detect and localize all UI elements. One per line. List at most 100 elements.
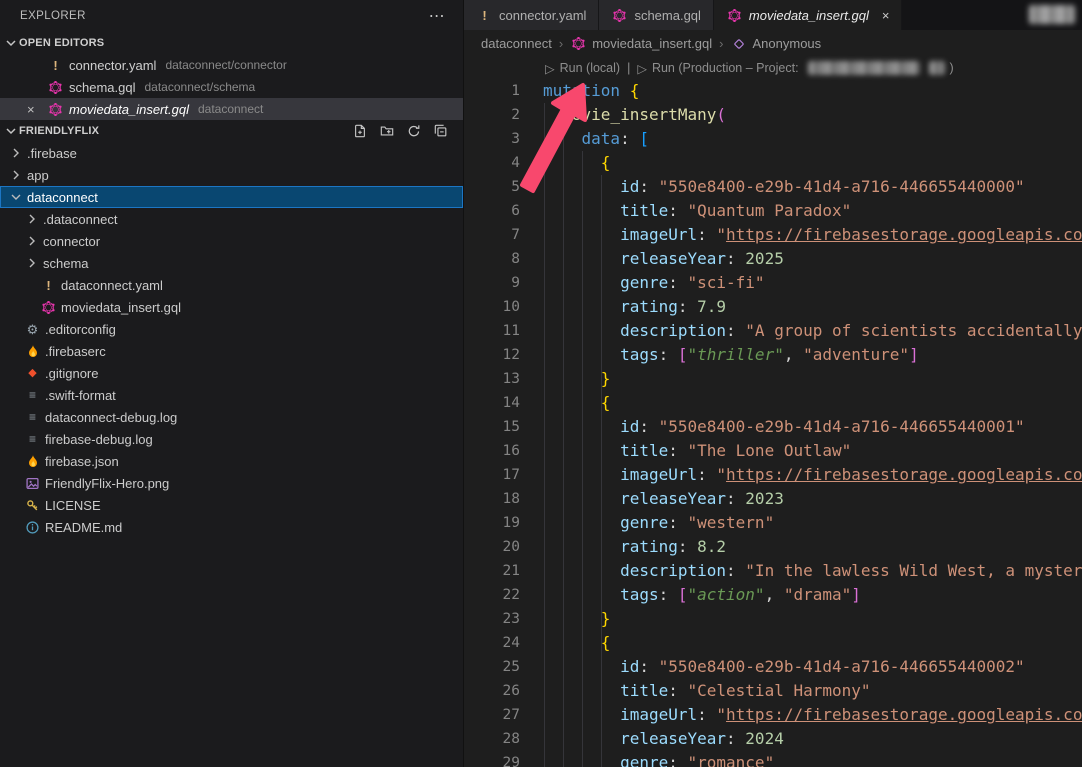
code-line-4[interactable]: 4 { [464,151,1082,175]
tab-connector.yaml[interactable]: !connector.yaml [464,0,599,30]
line-number: 25 [464,655,520,679]
tree-file-FriendlyFlix-Hero.png[interactable]: FriendlyFlix-Hero.png [0,472,463,494]
line-number: 26 [464,679,520,703]
tree-file-README.md[interactable]: README.md [0,516,463,538]
key-icon [24,499,41,512]
run-production-button[interactable]: ▷ Run (Production – Project: ) [637,61,953,76]
line-number: 15 [464,415,520,439]
chevron-down-icon [8,189,24,205]
tree-file-.swift-format[interactable]: ≡.swift-format [0,384,463,406]
tree-file-.editorconfig[interactable]: ⚙.editorconfig [0,318,463,340]
code-line-12[interactable]: 12 tags: ["thriller", "adventure"] [464,343,1082,367]
diamond-icon: ◆ [24,368,41,379]
code-editor[interactable]: 1mutation {2 movie_insertMany(3 data: [4… [464,79,1082,767]
tab-moviedata_insert.gql[interactable]: moviedata_insert.gql× [714,0,903,30]
code-line-19[interactable]: 19 genre: "western" [464,511,1082,535]
tree-file-.gitignore[interactable]: ◆.gitignore [0,362,463,384]
tree-file-moviedata_insert.gql[interactable]: moviedata_insert.gql [0,296,463,318]
tab-schema.gql[interactable]: schema.gql [599,0,713,30]
tab-label: connector.yaml [499,8,586,23]
code-line-5[interactable]: 5 id: "550e8400-e29b-41d4-a716-446655440… [464,175,1082,199]
close-icon[interactable]: × [27,98,35,120]
tree-file-firebase-debug.log[interactable]: ≡firebase-debug.log [0,428,463,450]
graphql-icon [570,37,587,50]
refresh-icon[interactable] [406,123,422,139]
code-text: } [520,607,610,631]
code-line-27[interactable]: 27 imageUrl: "https://firebasestorage.go… [464,703,1082,727]
breadcrumb-moviedata_insert.gql[interactable]: moviedata_insert.gql [570,36,712,51]
code-text: { [520,391,610,415]
code-line-6[interactable]: 6 title: "Quantum Paradox" [464,199,1082,223]
breadcrumb-separator: › [559,36,563,51]
code-line-9[interactable]: 9 genre: "sci-fi" [464,271,1082,295]
code-line-25[interactable]: 25 id: "550e8400-e29b-41d4-a716-44665544… [464,655,1082,679]
open-editor-moviedata_insert.gql[interactable]: ×moviedata_insert.gqldataconnect [0,98,463,120]
code-line-28[interactable]: 28 releaseYear: 2024 [464,727,1082,751]
code-line-21[interactable]: 21 description: "In the lawless Wild Wes… [464,559,1082,583]
tree-file-.firebaserc[interactable]: .firebaserc [0,340,463,362]
code-line-24[interactable]: 24 { [464,631,1082,655]
code-line-14[interactable]: 14 { [464,391,1082,415]
code-line-7[interactable]: 7 imageUrl: "https://firebasestorage.goo… [464,223,1082,247]
line-number: 27 [464,703,520,727]
image-icon [24,477,41,490]
open-editors-label: OPEN EDITORS [19,37,104,49]
collapse-all-icon[interactable] [433,123,449,139]
indent-guide [582,151,583,767]
code-line-16[interactable]: 16 title: "The Lone Outlaw" [464,439,1082,463]
codelens-separator: | [627,61,630,75]
code-line-10[interactable]: 10 rating: 7.9 [464,295,1082,319]
tab-label: schema.gql [634,8,700,23]
code-line-26[interactable]: 26 title: "Celestial Harmony" [464,679,1082,703]
open-editor-label: schema.gql [69,80,135,95]
open-editor-connector.yaml[interactable]: !connector.yamldataconnect/connector [0,54,463,76]
new-file-icon[interactable] [352,123,368,139]
codelens-bar: ▷ Run (local) | ▷ Run (Production – Proj… [464,57,1082,79]
new-folder-icon[interactable] [379,123,395,139]
breadcrumb-Anonymous[interactable]: Anonymous [731,36,822,51]
code-line-8[interactable]: 8 releaseYear: 2025 [464,247,1082,271]
redacted-region [929,61,945,75]
open-editor-path: dataconnect/schema [144,80,255,94]
tree-file-LICENSE[interactable]: LICENSE [0,494,463,516]
tree-file-dataconnect.yaml[interactable]: !dataconnect.yaml [0,274,463,296]
more-actions-icon[interactable]: ⋯ [429,6,445,26]
code-text: { [520,631,610,655]
line-number: 2 [464,103,520,127]
code-line-1[interactable]: 1mutation { [464,79,1082,103]
code-line-15[interactable]: 15 id: "550e8400-e29b-41d4-a716-44665544… [464,415,1082,439]
code-text: releaseYear: 2024 [520,727,784,751]
code-line-20[interactable]: 20 rating: 8.2 [464,535,1082,559]
code-line-3[interactable]: 3 data: [ [464,127,1082,151]
code-line-22[interactable]: 22 tags: ["action", "drama"] [464,583,1082,607]
open-editors-header[interactable]: OPEN EDITORS [0,32,463,54]
close-icon[interactable]: × [882,8,890,23]
breadcrumb-dataconnect[interactable]: dataconnect [481,36,552,51]
tree-folder-.firebase[interactable]: .firebase [0,142,463,164]
code-line-18[interactable]: 18 releaseYear: 2023 [464,487,1082,511]
tree-folder-connector[interactable]: connector [0,230,463,252]
tree-folder-.dataconnect[interactable]: .dataconnect [0,208,463,230]
code-line-11[interactable]: 11 description: "A group of scientists a… [464,319,1082,343]
play-icon: ▷ [637,61,647,76]
code-line-13[interactable]: 13 } [464,367,1082,391]
tree-item-label: dataconnect.yaml [61,278,163,293]
tree-file-dataconnect-debug.log[interactable]: ≡dataconnect-debug.log [0,406,463,428]
code-line-23[interactable]: 23 } [464,607,1082,631]
tree-file-firebase.json[interactable]: firebase.json [0,450,463,472]
tree-item-label: moviedata_insert.gql [61,300,181,315]
open-editor-schema.gql[interactable]: schema.gql dataconnect/schema [0,76,463,98]
graphql-icon [611,9,628,22]
run-local-button[interactable]: ▷ Run (local) [545,61,620,76]
code-text: title: "Quantum Paradox" [520,199,851,223]
workspace-header[interactable]: FRIENDLYFLIX [0,120,463,142]
code-line-17[interactable]: 17 imageUrl: "https://firebasestorage.go… [464,463,1082,487]
chevron-right-icon [24,211,40,227]
code-line-29[interactable]: 29 genre: "romance" [464,751,1082,767]
code-line-2[interactable]: 2 movie_insertMany( [464,103,1082,127]
tree-folder-dataconnect[interactable]: dataconnect [0,186,463,208]
code-text: rating: 7.9 [520,295,726,319]
explorer-header: EXPLORER ⋯ [0,0,463,32]
tree-folder-schema[interactable]: schema [0,252,463,274]
tree-folder-app[interactable]: app [0,164,463,186]
